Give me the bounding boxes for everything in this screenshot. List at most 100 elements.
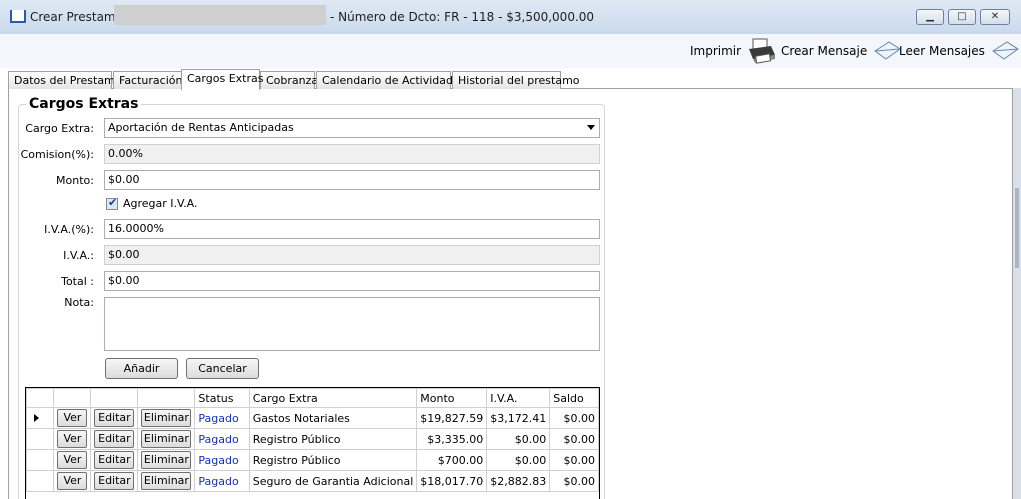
editar-button[interactable]: Editar bbox=[94, 409, 135, 427]
document-number-title: - Número de Dcto: FR - 118 - $3,500,000.… bbox=[330, 10, 595, 24]
status-cell: Pagado bbox=[194, 449, 250, 471]
ver-cell: Ver bbox=[53, 428, 92, 450]
monto-cell: $18,017.70 bbox=[416, 470, 488, 492]
print-button[interactable]: Imprimir bbox=[690, 38, 777, 64]
close-button[interactable]: ✕ bbox=[980, 9, 1010, 25]
header-status[interactable]: Status bbox=[194, 388, 250, 408]
maximize-icon: □ bbox=[957, 11, 967, 22]
title-bar: Crear Prestamo - Número de Dcto: FR - 11… bbox=[0, 0, 1021, 35]
comision-field: 0.00% bbox=[104, 144, 600, 164]
ver-button[interactable]: Ver bbox=[57, 409, 88, 427]
saldo-cell: $0.00 bbox=[549, 449, 599, 471]
editar-button[interactable]: Editar bbox=[94, 472, 135, 490]
editar-cell: Editar bbox=[90, 407, 139, 429]
header-cargo-extra[interactable]: Cargo Extra bbox=[248, 388, 418, 408]
read-messages-button[interactable]: Leer Mensajes bbox=[899, 38, 1019, 64]
envelope-icon bbox=[992, 41, 1019, 60]
tab-cargos-extras[interactable]: Cargos Extras bbox=[181, 69, 263, 90]
comision-label: Comision(%): bbox=[20, 148, 94, 161]
create-message-button[interactable]: Crear Mensaje bbox=[781, 38, 902, 64]
cargo-extra-value: Aportación de Rentas Anticipadas bbox=[108, 121, 294, 134]
window-right-edge bbox=[1013, 88, 1021, 499]
minimize-button[interactable]: ▁ bbox=[916, 9, 944, 25]
saldo-cell: $0.00 bbox=[549, 470, 599, 492]
ver-cell: Ver bbox=[53, 470, 92, 492]
close-icon: ✕ bbox=[990, 11, 1000, 22]
agregar-iva-checkbox[interactable]: ✔ bbox=[106, 196, 118, 210]
editar-button[interactable]: Editar bbox=[94, 430, 135, 448]
row-selector[interactable] bbox=[26, 449, 55, 471]
header-saldo[interactable]: Saldo bbox=[549, 388, 599, 408]
table-header-row: Status Cargo Extra Monto I.V.A. Saldo bbox=[26, 388, 599, 408]
eliminar-cell: Eliminar bbox=[137, 407, 196, 429]
table-row[interactable]: Ver Editar Eliminar Pagado Registro Públ… bbox=[26, 428, 599, 450]
row-selector[interactable] bbox=[26, 407, 55, 429]
eliminar-cell: Eliminar bbox=[137, 470, 196, 492]
total-label: Total : bbox=[61, 275, 94, 288]
cargos-table: Status Cargo Extra Monto I.V.A. Saldo Ve… bbox=[26, 388, 599, 492]
cargo-cell: Registro Público bbox=[248, 428, 418, 450]
iva-pct-field[interactable]: 16.0000% bbox=[104, 219, 600, 239]
envelope-icon bbox=[874, 41, 902, 60]
row-selector[interactable] bbox=[26, 470, 55, 492]
group-title: Cargos Extras bbox=[26, 96, 142, 112]
eliminar-cell: Eliminar bbox=[137, 428, 196, 450]
ver-cell: Ver bbox=[53, 449, 92, 471]
tab-cobranza[interactable]: Cobranza bbox=[260, 71, 318, 89]
tab-datos-del-prestamo[interactable]: Datos del Prestamo bbox=[8, 71, 122, 89]
monto-field[interactable]: $0.00 bbox=[104, 170, 600, 190]
cancel-button[interactable]: Cancelar bbox=[186, 358, 259, 379]
iva-cell: $3,172.41 bbox=[486, 407, 551, 429]
eliminar-button[interactable]: Eliminar bbox=[141, 472, 192, 490]
row-header-corner bbox=[26, 388, 55, 408]
eliminar-button[interactable]: Eliminar bbox=[141, 430, 192, 448]
eliminar-cell: Eliminar bbox=[137, 449, 196, 471]
printer-icon bbox=[749, 38, 776, 64]
table-row[interactable]: Ver Editar Eliminar Pagado Registro Públ… bbox=[26, 449, 599, 471]
monto-cell: $19,827.59 bbox=[416, 407, 488, 429]
eliminar-button[interactable]: Eliminar bbox=[141, 451, 192, 469]
cargo-extra-select[interactable]: Aportación de Rentas Anticipadas bbox=[104, 118, 600, 138]
cargo-extra-label: Cargo Extra: bbox=[25, 122, 94, 135]
tab-calendario[interactable]: Calendario de Actividades bbox=[316, 71, 466, 89]
status-cell: Pagado bbox=[194, 407, 250, 429]
editar-cell: Editar bbox=[90, 428, 139, 450]
editar-cell: Editar bbox=[90, 449, 139, 471]
minimize-icon: ▁ bbox=[926, 11, 934, 22]
saldo-cell: $0.00 bbox=[549, 407, 599, 429]
ver-button[interactable]: Ver bbox=[57, 472, 88, 490]
ver-cell: Ver bbox=[53, 407, 92, 429]
editar-cell: Editar bbox=[90, 470, 139, 492]
table-row[interactable]: Ver Editar Eliminar Pagado Gastos Notari… bbox=[26, 407, 599, 429]
chevron-down-icon bbox=[587, 125, 595, 130]
eliminar-button[interactable]: Eliminar bbox=[141, 409, 192, 427]
agregar-iva-label: Agregar I.V.A. bbox=[123, 197, 198, 210]
iva-label: I.V.A.: bbox=[63, 249, 94, 262]
print-label: Imprimir bbox=[690, 44, 742, 58]
total-field[interactable]: $0.00 bbox=[104, 271, 600, 291]
iva-pct-label: I.V.A.(%): bbox=[44, 223, 94, 236]
header-iva[interactable]: I.V.A. bbox=[486, 388, 551, 408]
add-button[interactable]: Añadir bbox=[105, 358, 178, 379]
ver-button[interactable]: Ver bbox=[57, 430, 88, 448]
cargo-cell: Gastos Notariales bbox=[248, 407, 418, 429]
ver-button[interactable]: Ver bbox=[57, 451, 88, 469]
header-ver bbox=[53, 388, 92, 408]
table-row[interactable]: Ver Editar Eliminar Pagado Seguro de Gar… bbox=[26, 470, 599, 492]
iva-cell: $0.00 bbox=[486, 449, 551, 471]
row-selector[interactable] bbox=[26, 428, 55, 450]
tab-historial[interactable]: Historial del prestamo bbox=[452, 71, 580, 89]
scrollbar-thumb[interactable] bbox=[1015, 188, 1019, 268]
header-monto[interactable]: Monto bbox=[416, 388, 488, 408]
editar-button[interactable]: Editar bbox=[94, 451, 135, 469]
cargo-cell: Seguro de Garantia Adicional bbox=[248, 470, 418, 492]
iva-field: $0.00 bbox=[104, 245, 600, 265]
nota-textarea[interactable] bbox=[104, 297, 600, 351]
header-eliminar bbox=[137, 388, 196, 408]
tab-facturacion[interactable]: Facturación bbox=[113, 71, 182, 89]
maximize-button[interactable]: □ bbox=[948, 9, 976, 25]
checkmark-icon: ✔ bbox=[108, 196, 118, 209]
monto-cell: $3,335.00 bbox=[416, 428, 488, 450]
nota-label: Nota: bbox=[64, 296, 94, 309]
cargos-grid[interactable]: Status Cargo Extra Monto I.V.A. Saldo Ve… bbox=[25, 387, 600, 499]
